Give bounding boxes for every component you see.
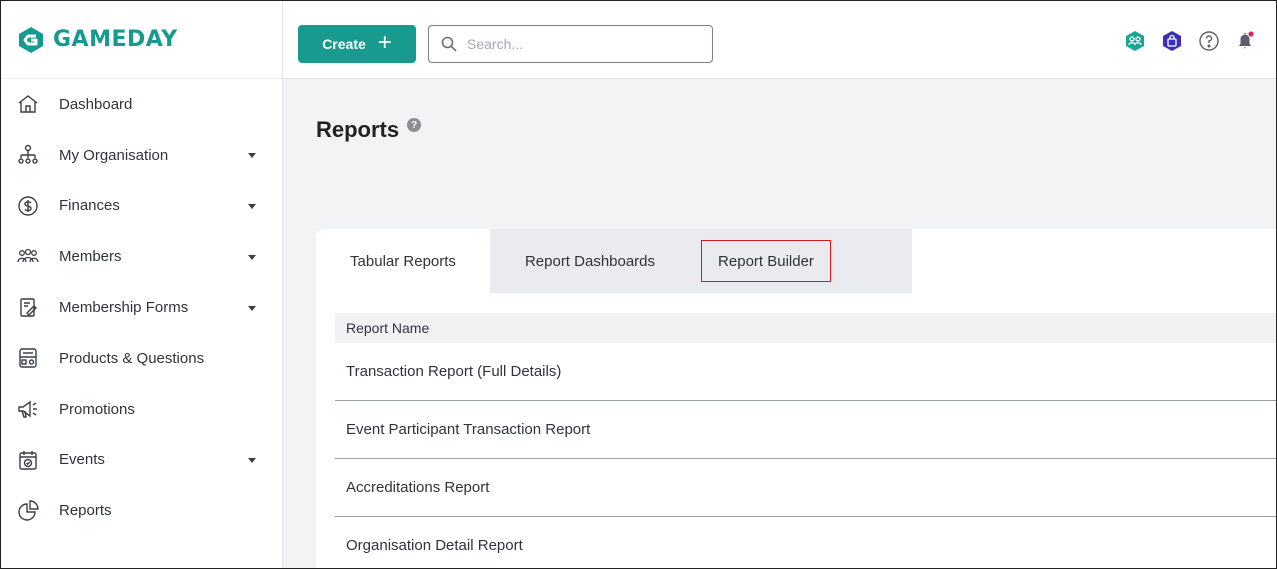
- chevron-down-icon[interactable]: [248, 254, 256, 260]
- logo[interactable]: GAMEDAY: [1, 1, 282, 79]
- page-title: Reports ?: [316, 117, 422, 143]
- sidebar-item-events[interactable]: Events: [1, 435, 282, 486]
- tab-label-highlighted: Report Builder: [701, 240, 831, 282]
- create-button-label: Create: [322, 36, 366, 52]
- tab-label: Report Dashboards: [524, 252, 656, 270]
- products-icon: [17, 347, 39, 369]
- search-input[interactable]: [467, 36, 697, 52]
- sidebar-item-label: Events: [59, 451, 105, 469]
- report-tabs: Tabular Reports Report Dashboards Report…: [316, 229, 912, 293]
- table-row[interactable]: Transaction Report (Full Details): [335, 343, 1276, 401]
- sidebar-item-my-organisation[interactable]: My Organisation: [1, 130, 282, 181]
- chevron-down-icon[interactable]: [248, 457, 256, 463]
- sidebar: GAMEDAY Dashboard My Organisation Financ…: [1, 1, 283, 568]
- org-chart-icon: [17, 144, 39, 166]
- sidebar-item-promotions[interactable]: Promotions: [1, 384, 282, 435]
- sidebar-item-reports[interactable]: Reports: [1, 485, 282, 536]
- sidebar-item-members[interactable]: Members: [1, 231, 282, 282]
- notification-bell-icon[interactable]: [1234, 29, 1258, 53]
- header-icons: [1123, 29, 1258, 53]
- dollar-circle-icon: [17, 195, 39, 217]
- main-content: Reports ? Tabular Reports Report Dashboa…: [283, 79, 1276, 568]
- home-icon: [17, 93, 39, 115]
- chevron-down-icon[interactable]: [248, 153, 256, 159]
- page-title-text: Reports: [316, 117, 400, 142]
- table-row[interactable]: Event Participant Transaction Report: [335, 401, 1276, 459]
- plus-icon: +: [377, 29, 392, 56]
- tab-report-dashboards[interactable]: Report Dashboards: [490, 229, 690, 293]
- sidebar-item-label: My Organisation: [59, 146, 169, 164]
- tab-report-builder[interactable]: Report Builder: [690, 229, 912, 293]
- sidebar-item-label: Membership Forms: [59, 299, 189, 317]
- sidebar-item-dashboard[interactable]: Dashboard: [1, 79, 282, 130]
- sidebar-nav: Dashboard My Organisation Finances Membe…: [1, 79, 282, 536]
- search-icon: [441, 36, 457, 52]
- brand-name: GAMEDAY: [53, 27, 178, 52]
- form-icon: [17, 297, 39, 319]
- chevron-down-icon[interactable]: [248, 305, 256, 311]
- pie-chart-icon: [17, 500, 39, 522]
- sidebar-item-membership-forms[interactable]: Membership Forms: [1, 282, 282, 333]
- chevron-down-icon[interactable]: [248, 203, 256, 209]
- sidebar-item-label: Dashboard: [59, 95, 133, 113]
- sidebar-item-products-questions[interactable]: Products & Questions: [1, 333, 282, 384]
- megaphone-icon: [17, 398, 39, 420]
- sidebar-item-label: Products & Questions: [59, 349, 205, 367]
- column-header-report-name[interactable]: Report Name: [335, 313, 1276, 343]
- reports-table: Report Name Transaction Report (Full Det…: [316, 229, 1276, 568]
- create-button[interactable]: Create +: [298, 25, 416, 63]
- sidebar-item-finances[interactable]: Finances: [1, 181, 282, 232]
- sidebar-item-label: Promotions: [59, 400, 135, 418]
- sidebar-item-label: Reports: [59, 502, 112, 520]
- shop-bag-icon[interactable]: [1160, 29, 1184, 53]
- gameday-logo-icon: [19, 26, 43, 53]
- tab-label: Tabular Reports: [350, 252, 456, 270]
- app-window: GAMEDAY Dashboard My Organisation Financ…: [0, 0, 1277, 569]
- help-icon[interactable]: [1197, 29, 1221, 53]
- calendar-icon: [17, 449, 39, 471]
- organisation-switcher-icon[interactable]: [1123, 29, 1147, 53]
- sidebar-item-label: Members: [59, 248, 122, 266]
- sidebar-item-label: Finances: [59, 197, 120, 215]
- question-mark-icon[interactable]: ?: [407, 118, 422, 132]
- members-icon: [17, 246, 39, 268]
- table-row[interactable]: Accreditations Report: [335, 459, 1276, 517]
- table-row[interactable]: Organisation Detail Report: [335, 517, 1276, 568]
- tab-tabular-reports[interactable]: Tabular Reports: [316, 229, 490, 293]
- search-box[interactable]: [428, 25, 713, 63]
- top-header: Create +: [283, 1, 1276, 79]
